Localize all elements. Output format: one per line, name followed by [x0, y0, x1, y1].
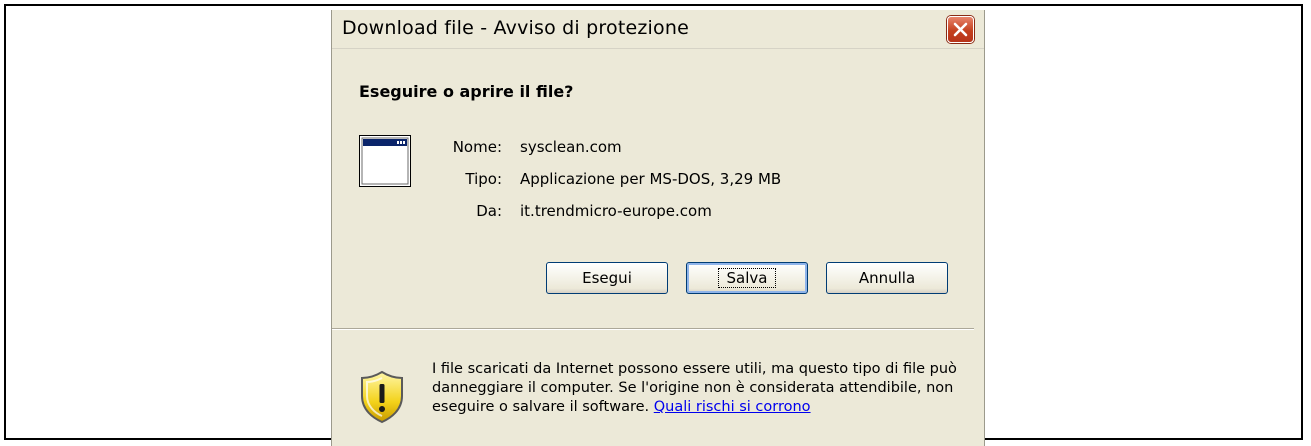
file-type-label: Tipo:: [465, 170, 502, 188]
run-button[interactable]: Esegui: [546, 262, 668, 294]
download-security-dialog: Download file - Avviso di protezione Ese…: [331, 10, 985, 446]
risks-link[interactable]: Quali rischi si corrono: [654, 399, 811, 415]
separator: [332, 328, 974, 330]
close-button[interactable]: [947, 16, 974, 43]
dialog-heading: Eseguire o aprire il file?: [359, 82, 574, 101]
shield-warning-icon: [361, 370, 403, 424]
file-name-value: sysclean.com: [520, 138, 622, 156]
security-warning-text: I file scaricati da Internet possono ess…: [432, 360, 962, 417]
dialog-title: Download file - Avviso di protezione: [342, 17, 689, 39]
file-source-value: it.trendmicro-europe.com: [520, 202, 712, 220]
file-name-label: Nome:: [452, 138, 502, 156]
title-bar[interactable]: Download file - Avviso di protezione: [332, 10, 984, 49]
file-type-value: Applicazione per MS-DOS, 3,29 MB: [520, 170, 782, 188]
file-source-label: Da:: [476, 202, 502, 220]
cancel-button[interactable]: Annulla: [826, 262, 948, 294]
save-button[interactable]: Salva: [686, 262, 808, 294]
close-icon: [953, 22, 968, 37]
